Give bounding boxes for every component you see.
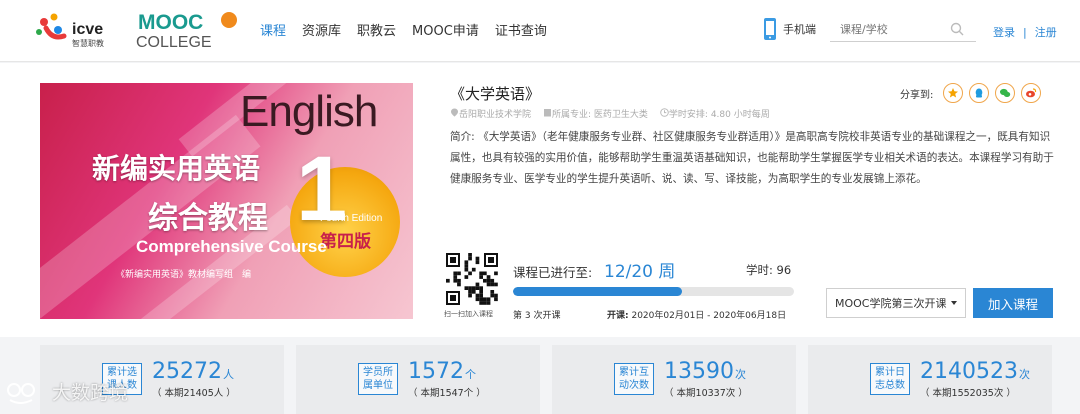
nav-cert-query[interactable]: 证书查询 xyxy=(495,20,547,39)
stat-card-logs: 累计日志总数 2140523次 （ 本期1552035次 ） xyxy=(808,345,1052,414)
progress-bar-fill xyxy=(513,287,682,296)
share-star-button[interactable] xyxy=(943,83,964,103)
weibo-icon xyxy=(1026,88,1037,98)
stat-tag: 累计互动次数 xyxy=(614,363,654,395)
icve-logo[interactable]: icve 智慧职教 xyxy=(34,10,126,50)
phone-label: 手机端 xyxy=(783,23,816,36)
course-meta: 岳阳职业技术学院 所属专业: 医药卫生大类 学时安排: 4.80 小时每周 xyxy=(450,107,770,120)
star-icon xyxy=(948,88,959,98)
register-link[interactable]: 注册 xyxy=(1035,24,1057,40)
login-link[interactable]: 登录 xyxy=(993,24,1015,40)
nav-zjy[interactable]: 职教云 xyxy=(357,20,396,39)
auth-links: 登录 | 注册 xyxy=(993,24,1057,40)
svg-text:COLLEGE: COLLEGE xyxy=(136,34,212,50)
cover-title-line1: 新编实用英语 xyxy=(92,152,261,185)
cover-title-line2: 综合教程 xyxy=(148,201,268,236)
cover-title-en: Comprehensive Course xyxy=(136,237,327,256)
share-wechat-button[interactable] xyxy=(995,83,1016,103)
stat-tag: 累计日志总数 xyxy=(870,363,910,395)
wechat-icon xyxy=(1000,88,1011,97)
phone-icon xyxy=(764,18,776,40)
stat-value: 13590次 xyxy=(664,359,746,384)
cover-author: 《新编实用英语》教材编写组 编 xyxy=(116,270,252,280)
share-label: 分享到: xyxy=(900,89,934,101)
search-input[interactable] xyxy=(830,18,950,41)
session-select[interactable]: MOOC学院第三次开课 xyxy=(826,288,966,318)
cover-english: English xyxy=(240,87,378,136)
qq-icon xyxy=(976,88,983,98)
caret-down-icon xyxy=(951,301,957,305)
cover-edition: 第四版 xyxy=(320,232,371,252)
school-meta: 岳阳职业技术学院 xyxy=(450,107,531,120)
progress-label: 课程已进行至: xyxy=(513,265,593,280)
watermark-logo-icon xyxy=(7,382,35,404)
stat-value: 25272人 xyxy=(152,359,234,384)
major-meta: 所属专业: 医药卫生大类 xyxy=(543,107,648,120)
stat-card-interactions: 累计互动次数 13590次 （ 本期10337次 ） xyxy=(552,345,796,414)
schedule-text: 学时安排: 4.80 小时每周 xyxy=(668,110,770,120)
svg-text:icve: icve xyxy=(72,21,103,38)
course-dates: 开课: 2020年02月01日 - 2020年06月18日 xyxy=(607,308,786,321)
share-bar: 分享到: xyxy=(900,83,1042,103)
stat-sub: （ 本期10337次 ） xyxy=(664,388,748,399)
search-box xyxy=(830,18,976,42)
watermark: 大数跨境 xyxy=(6,378,128,405)
svg-text:MOOC: MOOC xyxy=(138,11,203,34)
watermark-text: 大数跨境 xyxy=(52,382,129,404)
dates-value: 2020年02月01日 - 2020年06月18日 xyxy=(631,311,787,321)
share-qq-button[interactable] xyxy=(969,83,990,103)
major-text: 所属专业: 医药卫生大类 xyxy=(552,110,648,120)
nav-courses[interactable]: 课程 xyxy=(260,20,286,39)
stat-sub: （ 本期21405人 ） xyxy=(152,388,236,399)
school-name[interactable]: 岳阳职业技术学院 xyxy=(459,110,531,120)
stat-tag: 学员所属单位 xyxy=(358,363,398,395)
stat-value: 2140523次 xyxy=(920,359,1030,384)
top-header: icve 智慧职教 MOOC COLLEGE 课程 资源库 职教云 MOOC申请… xyxy=(0,0,1080,62)
stat-sub: （ 本期1547个 ） xyxy=(408,388,486,399)
share-weibo-button[interactable] xyxy=(1021,83,1042,103)
schedule-meta: 学时安排: 4.80 小时每周 xyxy=(660,107,770,120)
course-intro: 简介: 《大学英语》（老年健康服务专业群、社区健康服务专业群适用）》是高职高专院… xyxy=(450,131,1054,185)
stat-value: 1572个 xyxy=(408,359,476,384)
course-cover-image: English 1 Fourth Edition 第四版 新编实用英语 综合教程… xyxy=(40,83,413,319)
session-select-value: MOOC学院第三次开课 xyxy=(835,297,947,310)
mobile-link[interactable]: 手机端 xyxy=(763,17,816,41)
session-number: 第 3 次开课 xyxy=(513,311,561,321)
progress-bar xyxy=(513,287,794,296)
course-qr-code xyxy=(444,251,500,307)
mooc-college-logo[interactable]: MOOC COLLEGE xyxy=(136,8,240,51)
course-title: 《大学英语》 xyxy=(450,85,541,103)
stat-card-units: 学员所属单位 1572个 （ 本期1547个 ） xyxy=(296,345,540,414)
cover-fourth-edition: Fourth Edition xyxy=(320,213,383,224)
qr-label: 扫一扫加入课程 xyxy=(444,310,493,318)
location-icon xyxy=(451,108,458,117)
svg-text:智慧职教: 智慧职教 xyxy=(72,38,104,48)
course-card: English 1 Fourth Edition 第四版 新编实用英语 综合教程… xyxy=(0,63,1080,337)
nav-resources[interactable]: 资源库 xyxy=(302,20,341,39)
course-hours: 学时: 96 xyxy=(746,263,792,277)
progress-value: 12/20 周 xyxy=(604,262,676,282)
dates-label: 开课: xyxy=(607,311,629,321)
auth-separator: | xyxy=(1023,25,1027,39)
clock-icon xyxy=(660,108,669,117)
nav-mooc-apply[interactable]: MOOC申请 xyxy=(412,20,479,39)
stat-sub: （ 本期1552035次 ） xyxy=(920,388,1016,399)
join-course-button[interactable]: 加入课程 xyxy=(973,288,1053,318)
building-icon xyxy=(544,109,552,117)
search-icon[interactable] xyxy=(950,22,964,36)
main-nav: 课程 资源库 职教云 MOOC申请 证书查询 xyxy=(260,20,563,39)
